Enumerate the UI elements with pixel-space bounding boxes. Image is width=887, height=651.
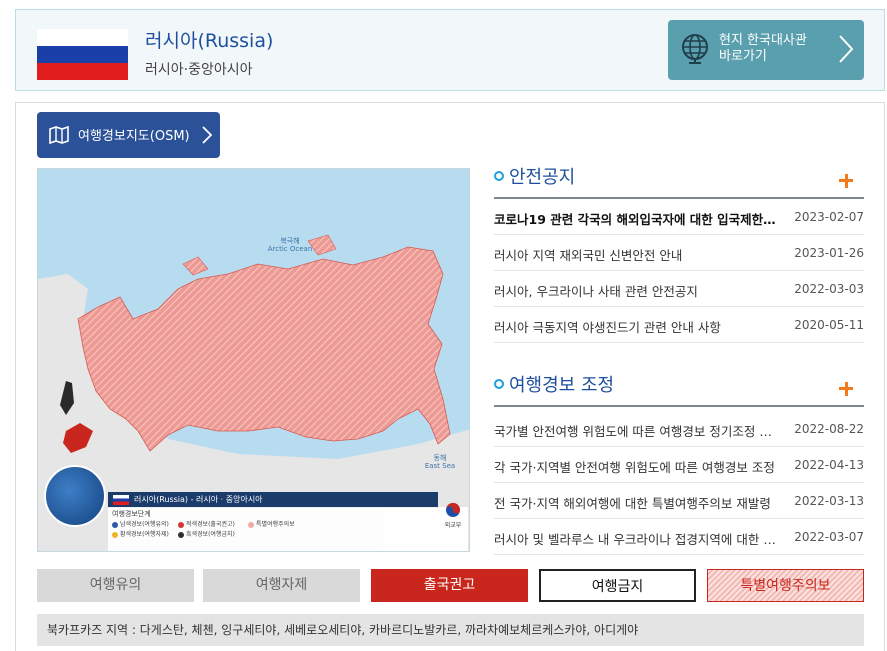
legend-item: 남색경보(여행유의) xyxy=(112,519,169,528)
country-region: 러시아·중앙아시아 xyxy=(145,62,253,78)
flag-stripe-red xyxy=(37,63,128,80)
east-sea-label-en: East Sea xyxy=(424,462,456,470)
legend-dot xyxy=(248,521,254,528)
notice-date: 2022-03-13 xyxy=(794,494,864,508)
circle-bullet-icon xyxy=(494,171,504,181)
safety-notice-row[interactable]: 러시아, 우크라이나 사태 관련 안전공지 2022-03-03 xyxy=(494,271,864,307)
emblem-text: 외교부 xyxy=(444,522,462,529)
arctic-ocean-label: 북극해 Arctic Ocean xyxy=(250,237,330,253)
arctic-ocean-label-en: Arctic Ocean xyxy=(267,245,313,253)
legend-item-label: 흑색경보(여행금지) xyxy=(186,531,235,538)
map-icon xyxy=(49,125,69,145)
notice-date: 2022-08-22 xyxy=(794,422,864,436)
legend-item-label: 남색경보(여행유의) xyxy=(120,521,169,528)
russia-flag xyxy=(37,29,128,80)
embassy-link-button[interactable]: 현지 한국대사관 바로가기 xyxy=(668,20,864,80)
travel-alert-map[interactable]: 북극해 Arctic Ocean 동해 East Sea 러시아(Russia)… xyxy=(37,168,470,552)
taegeuk-icon xyxy=(446,503,460,517)
notice-date: 2022-03-07 xyxy=(794,530,864,544)
east-sea-label: 동해 East Sea xyxy=(420,454,460,470)
alert-adjustment-row[interactable]: 국가별 안전여행 위험도에 따른 여행경보 정기조정 실시 2022-08-22 xyxy=(494,411,864,447)
map-legend-header-text: 러시아(Russia) - 러시아 · 중앙아시아 xyxy=(134,495,263,504)
chevron-right-icon xyxy=(839,35,854,63)
legend-dot xyxy=(178,521,184,528)
map-legend-title: 여행경보단계 xyxy=(112,510,151,518)
notice-title: 러시아 극동지역 야생진드기 관련 안내 사항 xyxy=(494,320,721,335)
chevron-right-icon xyxy=(202,126,212,144)
embassy-link-label: 현지 한국대사관 바로가기 xyxy=(719,33,807,65)
legend-item: 적색경보(출국권고) xyxy=(178,519,235,528)
legend-dot xyxy=(112,521,118,528)
alert-adjustment-row[interactable]: 러시아 및 벨라루스 내 우크라이나 접경지역에 대한 여행경보 조정 2022… xyxy=(494,519,864,555)
map-legend-header: 러시아(Russia) - 러시아 · 중앙아시아 xyxy=(108,492,438,508)
map-legend: 여행경보단계 남색경보(여행유의) 황색경보(여행자제) 적색경보(출국권고) … xyxy=(108,507,468,551)
safety-notice-row[interactable]: 러시아 극동지역 야생진드기 관련 안내 사항 2020-05-11 xyxy=(494,307,864,343)
safety-notice-row[interactable]: 러시아 지역 재외국민 신변안전 안내 2023-01-26 xyxy=(494,235,864,271)
alert-adjustment-row[interactable]: 전 국가·지역 해외여행에 대한 특별여행주의보 재발령 2022-03-13 xyxy=(494,483,864,519)
legend-item: 특별여행주의보 xyxy=(248,519,295,528)
circle-bullet-icon xyxy=(494,379,504,389)
legend-item-label: 적색경보(출국권고) xyxy=(186,521,235,528)
notice-title: 러시아 지역 재외국민 신변안전 안내 xyxy=(494,248,683,263)
arctic-ocean-label-ko: 북극해 xyxy=(280,237,300,245)
alert-adjustment-row[interactable]: 각 국가·지역별 안전여행 위험도에 따른 여행경보 조정 2022-04-13 xyxy=(494,447,864,483)
region-note: 북카프카즈 지역 : 다게스탄, 체첸, 잉구세티야, 세베로오세티야, 카바르… xyxy=(37,614,864,646)
notice-date: 2020-05-11 xyxy=(794,318,864,332)
country-header: 러시아(Russia) 러시아·중앙아시아 현지 한국대사관 바로가기 xyxy=(15,9,885,91)
notice-title: 전 국가·지역 해외여행에 대한 특별여행주의보 재발령 xyxy=(494,496,771,511)
alert-level-4: 여행금지 xyxy=(539,569,696,602)
alert-level-2: 여행자제 xyxy=(203,569,360,602)
notice-date: 2022-04-13 xyxy=(794,458,864,472)
globe-icon xyxy=(682,34,708,64)
notice-date: 2023-02-07 xyxy=(794,210,864,224)
travel-alert-map-label: 여행경보지도(OSM) xyxy=(78,129,190,144)
flag-stripe-blue xyxy=(37,46,128,63)
legend-item: 흑색경보(여행금지) xyxy=(178,529,235,538)
legend-item: 황색경보(여행자제) xyxy=(112,529,169,538)
notice-title: 러시아, 우크라이나 사태 관련 안전공지 xyxy=(494,284,698,299)
legend-item-label: 황색경보(여행자제) xyxy=(120,531,169,538)
alert-adjustment-more-button[interactable] xyxy=(839,382,853,396)
alert-level-1: 여행유의 xyxy=(37,569,194,602)
russia-flag-small xyxy=(113,495,129,505)
embassy-link-line2: 바로가기 xyxy=(719,49,767,64)
notice-title: 국가별 안전여행 위험도에 따른 여행경보 정기조정 실시 xyxy=(494,424,776,439)
country-title: 러시아(Russia) xyxy=(145,30,274,52)
flag-stripe-white xyxy=(37,29,128,46)
safety-notice-title-text: 안전공지 xyxy=(509,167,576,188)
legend-item-label: 특별여행주의보 xyxy=(256,521,295,528)
safety-notice-row[interactable]: 코로나19 관련 각국의 해외입국자에 대한 입국제한 조치 현황 2023-0… xyxy=(494,199,864,235)
safety-notice-title: 안전공지 xyxy=(494,163,575,189)
divider xyxy=(494,405,864,407)
alert-level-3: 출국권고 xyxy=(371,569,528,602)
legend-dot xyxy=(112,531,118,538)
travel-alert-map-button[interactable]: 여행경보지도(OSM) xyxy=(37,112,220,158)
alert-adjustment-title: 여행경보 조정 xyxy=(494,371,614,397)
mofa-emblem: 외교부 xyxy=(442,502,464,532)
country-info-panel: 여행경보지도(OSM) 북극해 Arctic Ocean 동해 East Sea… xyxy=(15,102,885,651)
legend-dot xyxy=(178,531,184,538)
embassy-link-line1: 현지 한국대사관 xyxy=(719,33,807,48)
safety-notice-more-button[interactable] xyxy=(839,174,853,188)
globe-inset xyxy=(44,465,106,527)
special-travel-advisory: 특별여행주의보 xyxy=(707,569,864,602)
notice-title: 코로나19 관련 각국의 해외입국자에 대한 입국제한 조치 현황 xyxy=(494,212,776,227)
alert-adjustment-title-text: 여행경보 조정 xyxy=(509,375,615,396)
notice-date: 2023-01-26 xyxy=(794,246,864,260)
notice-title: 러시아 및 벨라루스 내 우크라이나 접경지역에 대한 여행경보 조정 xyxy=(494,532,776,547)
notice-date: 2022-03-03 xyxy=(794,282,864,296)
notice-title: 각 국가·지역별 안전여행 위험도에 따른 여행경보 조정 xyxy=(494,460,775,475)
east-sea-label-ko: 동해 xyxy=(433,454,447,462)
